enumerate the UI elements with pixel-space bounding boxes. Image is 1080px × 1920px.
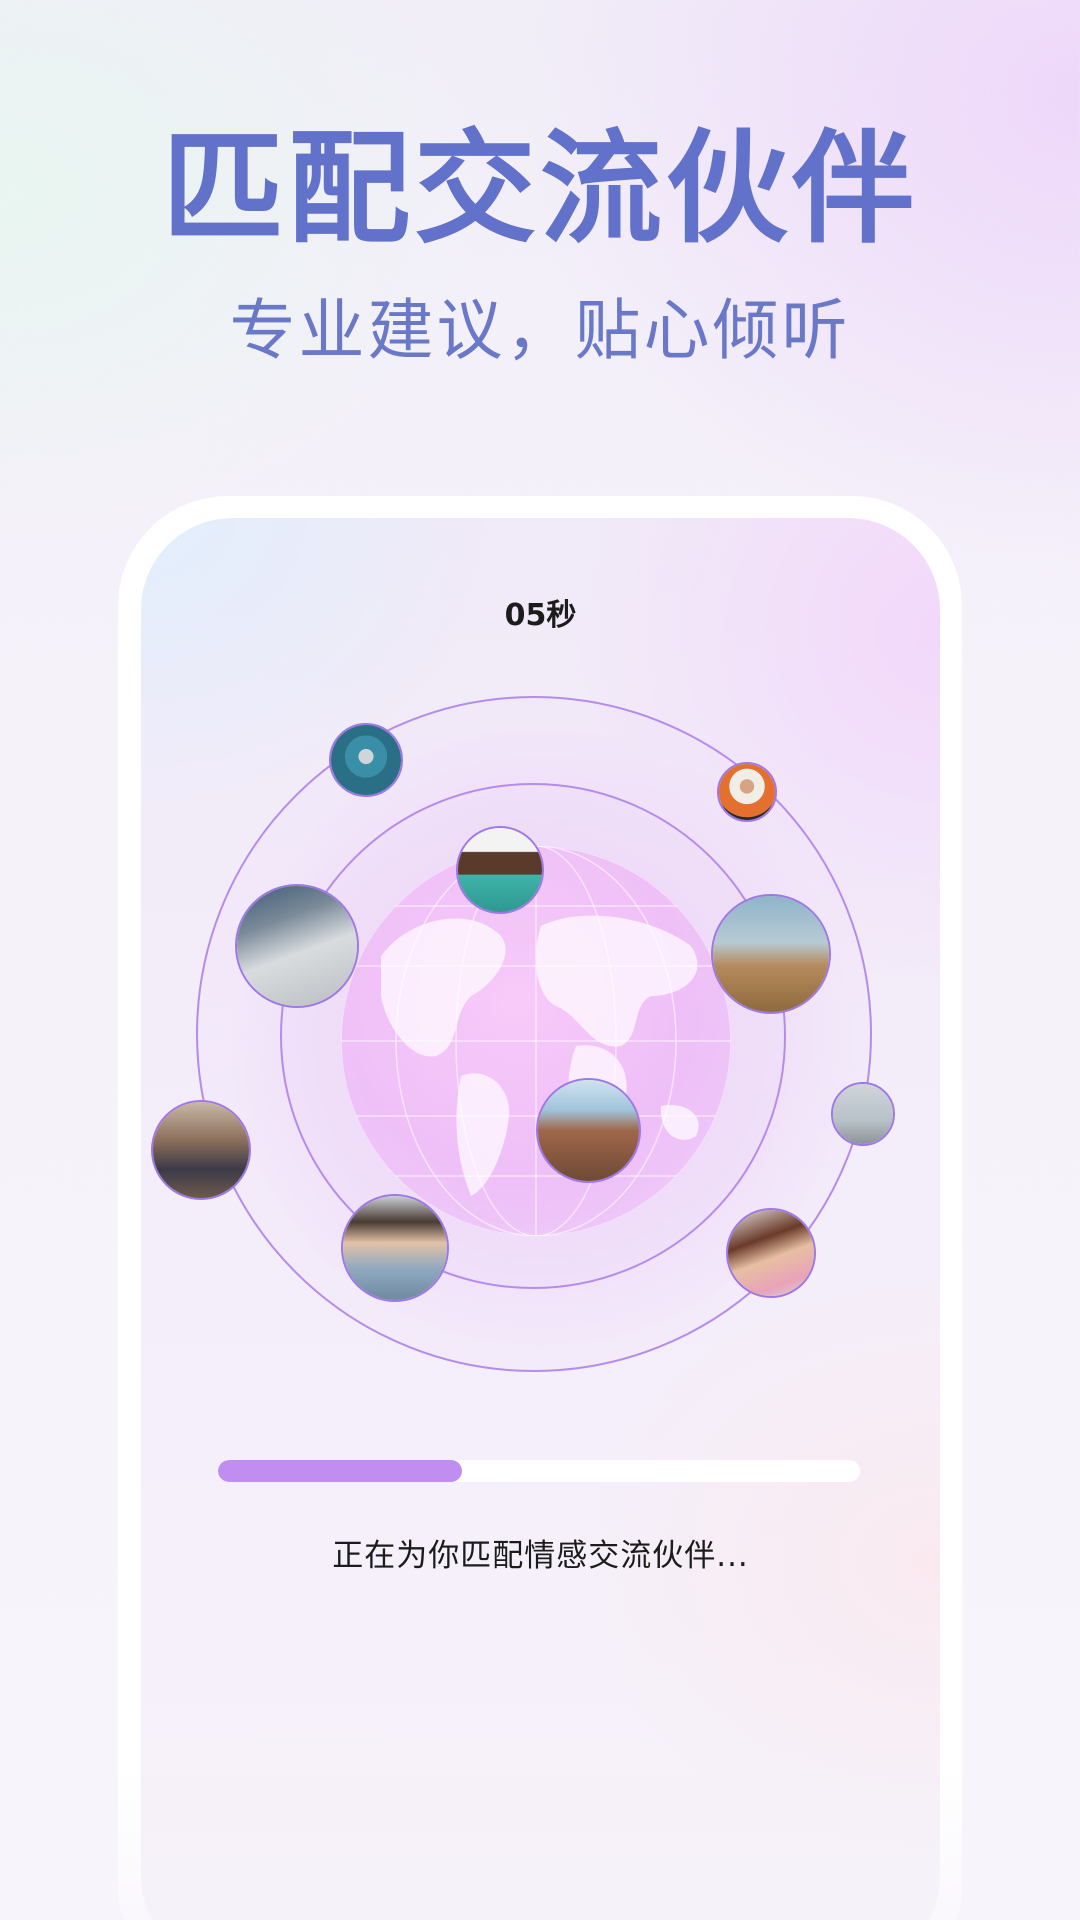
promo-subheadline: 专业建议，贴心倾听 <box>229 292 851 369</box>
matching-progress-bar <box>218 1460 860 1482</box>
avatar-3[interactable] <box>456 826 544 914</box>
matching-status-text: 正在为你匹配情感交流伙伴... <box>332 1538 749 1574</box>
avatar-4[interactable] <box>235 884 359 1008</box>
avatar-7[interactable] <box>831 1082 895 1146</box>
matching-orbit <box>141 668 940 1388</box>
progress-fill <box>218 1460 462 1482</box>
avatar-5[interactable] <box>711 894 831 1014</box>
avatar-6[interactable] <box>536 1078 641 1183</box>
avatar-9[interactable] <box>341 1194 449 1302</box>
avatar-2[interactable] <box>717 762 777 822</box>
promo-headline: 匹配交流伙伴 <box>162 118 918 260</box>
countdown-timer: 05秒 <box>504 598 577 633</box>
globe-icon <box>341 846 731 1236</box>
avatar-1[interactable] <box>329 723 403 797</box>
avatar-8[interactable] <box>151 1100 251 1200</box>
avatar-10[interactable] <box>726 1208 816 1298</box>
matching-screen: 05秒 正在为你匹配情感交流伙伴... <box>141 518 940 1920</box>
